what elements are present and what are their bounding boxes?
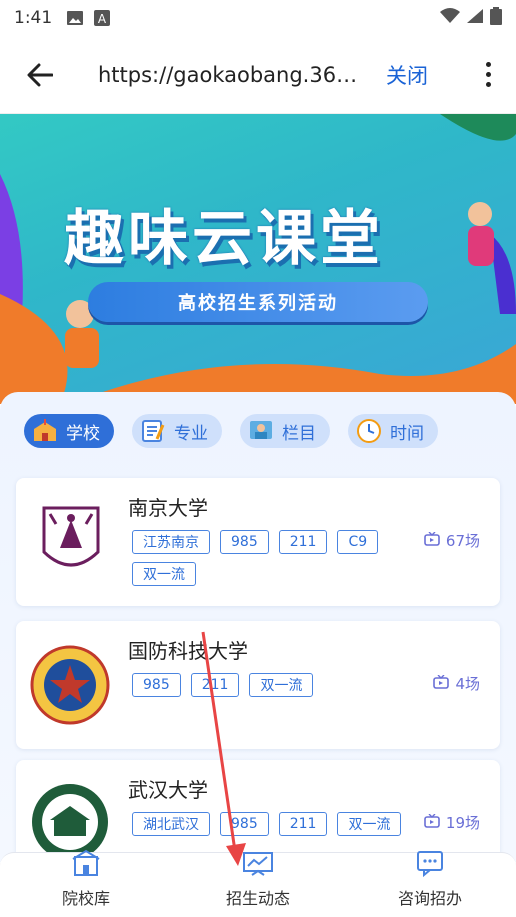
tag-list: 江苏南京 985 211 C9 双一流 — [132, 530, 392, 586]
filter-chip-column[interactable]: 栏目 — [240, 414, 330, 448]
tag: 湖北武汉 — [132, 812, 210, 836]
signal-icon — [466, 8, 484, 29]
school-icon — [32, 419, 58, 443]
session-count-text: 67场 — [445, 532, 480, 550]
close-button[interactable]: 关闭 — [386, 60, 428, 90]
tab-college-library[interactable]: 院校库 — [0, 849, 172, 917]
tv-icon — [424, 813, 440, 832]
filter-row: 学校 专业 栏目 时间 — [24, 414, 438, 448]
session-count: 4场 — [433, 673, 480, 694]
university-card[interactable]: 南京大学 江苏南京 985 211 C9 双一流 67场 — [16, 478, 500, 606]
wifi-icon — [440, 7, 460, 29]
session-count-text: 4场 — [455, 675, 480, 693]
tag-list: 985 211 双一流 — [132, 673, 392, 697]
tag: 211 — [278, 812, 328, 836]
tab-consult-office[interactable]: 咨询招办 — [344, 851, 516, 917]
major-icon — [140, 419, 166, 443]
banner-title: 趣味云课堂 — [64, 204, 384, 274]
tag: 985 — [220, 530, 269, 554]
session-count-text: 19场 — [445, 814, 480, 832]
url-text[interactable]: https://gaokaobang.36… — [98, 63, 368, 87]
clock-icon — [356, 419, 382, 443]
filter-chip-major[interactable]: 专业 — [132, 414, 222, 448]
tab-label: 招生动态 — [225, 889, 290, 908]
tag: C9 — [337, 530, 379, 554]
tab-label: 咨询招办 — [397, 889, 462, 908]
tag: 双一流 — [132, 562, 196, 586]
column-icon — [248, 419, 274, 443]
nudt-logo — [30, 645, 110, 725]
banner-subtitle: 高校招生系列活动 — [88, 282, 428, 322]
consult-icon — [415, 849, 445, 881]
university-name: 国防科技大学 — [128, 639, 248, 663]
tag-list: 湖北武汉 985 211 双一流 — [132, 812, 422, 836]
tag: 江苏南京 — [132, 530, 210, 554]
filter-chip-label: 栏目 — [282, 423, 316, 444]
tv-icon — [433, 674, 450, 693]
svg-text:A: A — [98, 12, 107, 26]
tag: 双一流 — [337, 812, 402, 836]
filter-chip-school[interactable]: 学校 — [24, 414, 114, 448]
back-arrow-icon[interactable] — [10, 45, 70, 105]
tag: 211 — [278, 530, 328, 554]
tag: 985 — [132, 673, 181, 697]
image-icon — [66, 10, 84, 26]
status-time: 1:41 — [14, 8, 53, 28]
filter-chip-label: 学校 — [66, 423, 100, 444]
content-panel: 学校 专业 栏目 时间 南京大学 江苏南京 985 211 C9 双一流 67场… — [0, 392, 516, 880]
session-count: 19场 — [424, 812, 480, 833]
filter-chip-label: 专业 — [174, 423, 208, 444]
tag: 211 — [190, 673, 240, 697]
tag: 双一流 — [249, 673, 314, 697]
tag: 985 — [220, 812, 269, 836]
bottom-tab-bar: 院校库 招生动态 咨询招办 — [0, 849, 516, 917]
filter-chip-time[interactable]: 时间 — [348, 414, 438, 448]
university-name: 武汉大学 — [128, 778, 208, 802]
font-a-icon: A — [94, 10, 112, 26]
status-bar: 1:41 A — [0, 0, 516, 36]
chart-board-icon — [242, 849, 274, 881]
nju-logo — [36, 506, 106, 576]
session-count: 67场 — [424, 530, 480, 551]
building-icon — [71, 849, 101, 881]
tab-admission-news[interactable]: 招生动态 — [172, 852, 344, 917]
university-name: 南京大学 — [128, 496, 208, 520]
battery-icon — [490, 6, 502, 30]
tv-icon — [424, 531, 440, 550]
more-menu-icon[interactable] — [476, 55, 500, 95]
filter-chip-label: 时间 — [390, 423, 424, 444]
university-card[interactable]: 国防科技大学 985 211 双一流 4场 — [16, 621, 500, 749]
tab-label: 院校库 — [61, 889, 110, 908]
browser-nav-bar: https://gaokaobang.36… 关闭 — [0, 36, 516, 114]
promo-banner[interactable]: 趣味云课堂 高校招生系列活动 — [0, 114, 516, 404]
